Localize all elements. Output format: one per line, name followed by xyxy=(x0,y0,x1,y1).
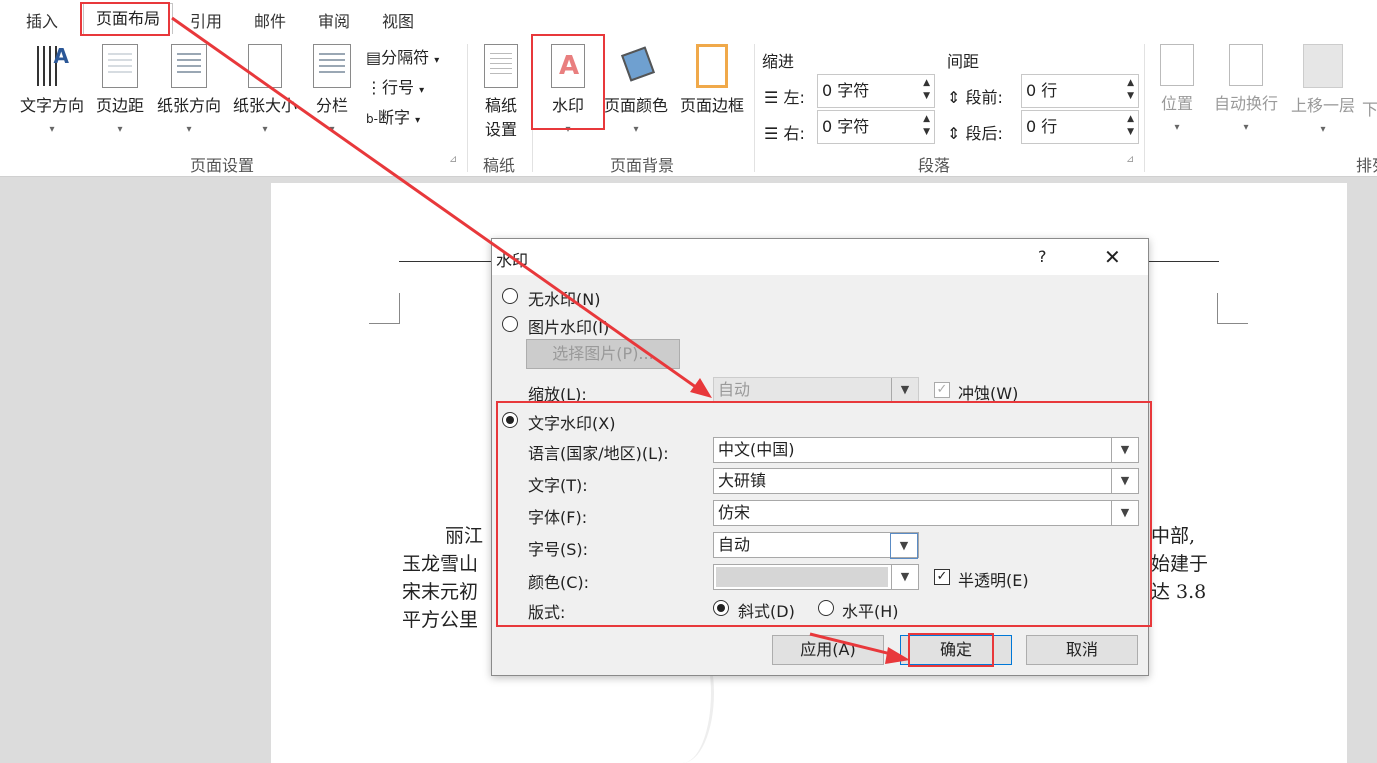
annotation-arrows xyxy=(171,16,910,664)
arrow-head xyxy=(885,647,910,664)
arrow-line xyxy=(171,16,701,392)
arrow-line xyxy=(809,632,896,657)
arrow-head xyxy=(690,378,712,398)
